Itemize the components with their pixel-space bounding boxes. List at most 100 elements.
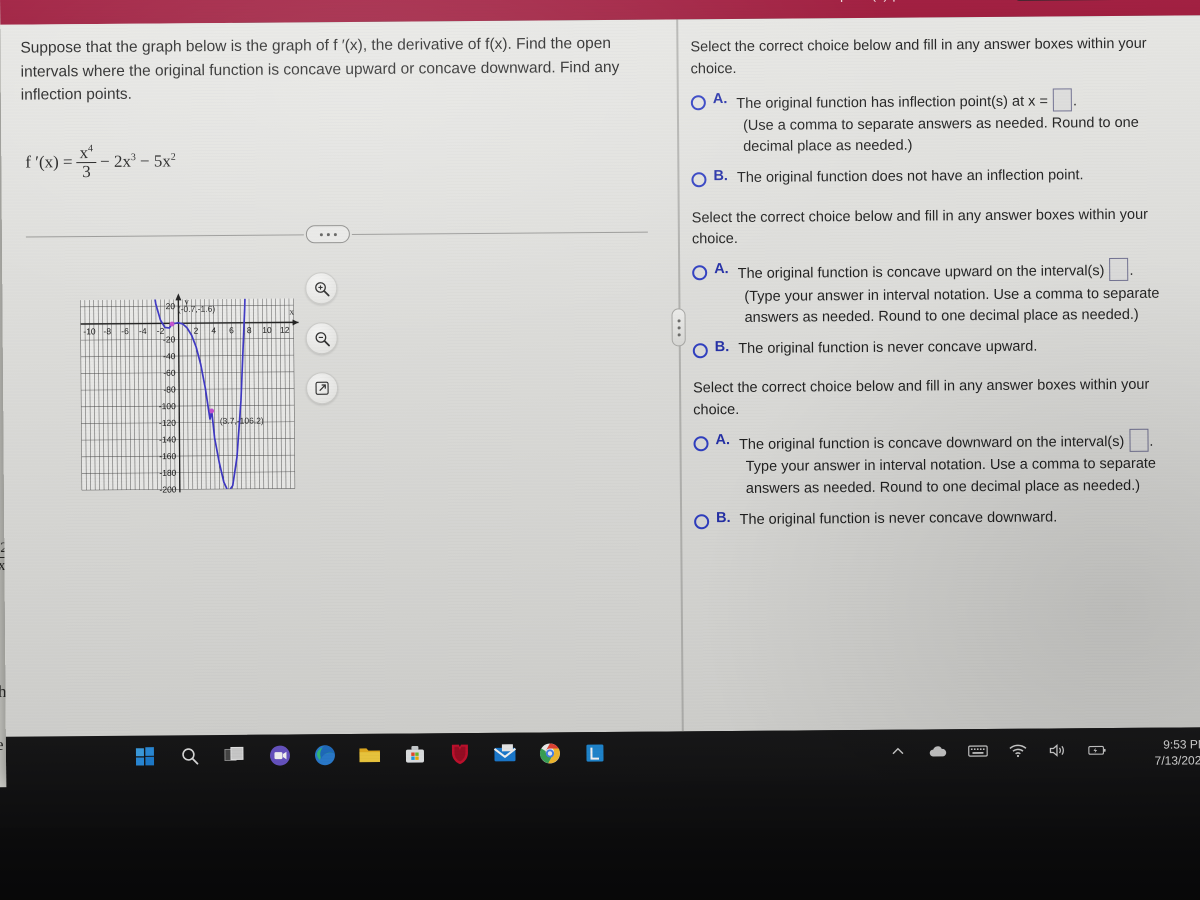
answer-prompt: Select the correct choice below and fill… [691, 206, 1148, 248]
zoom-out-icon[interactable] [305, 322, 338, 355]
derivative-formula: f ′(x) = x4 3 − 2x3 − 5x2 [25, 143, 176, 181]
annotation-label: (-0.7,-1.6) [178, 304, 216, 314]
problem-pane: Suppose that the graph below is the grap… [0, 19, 682, 736]
speaker-icon[interactable] [1048, 740, 1068, 760]
header-dark-chip [1014, 0, 1156, 1]
choice-text: The original function is never concave u… [738, 336, 1168, 361]
choice-text-main: The original function is never concave u… [738, 338, 1038, 357]
choice-text-main: The original function is concave upward … [737, 263, 1105, 283]
dot [333, 232, 337, 236]
y-tick--40: -40 [163, 351, 176, 361]
annotation-label: (3.7,-106.2) [220, 416, 264, 426]
y-tick--140: -140 [159, 434, 176, 444]
clock-date: 7/13/2022 [1154, 753, 1200, 768]
splitter-drag-handle[interactable] [671, 308, 686, 347]
derivative-graph[interactable]: x y -10 -8 -6 -4 -2 2 4 6 8 10 12 20 -20 -40 -60 -80 -1… [54, 284, 306, 501]
taskbar-clock[interactable]: 9:53 PM 7/13/2022 [1154, 736, 1200, 769]
x-axis-arrow [292, 319, 299, 326]
y-tick--120: -120 [159, 418, 176, 428]
choice-note: (Type your answer in interval notation. … [744, 285, 1160, 326]
x-tick--4: -4 [139, 326, 147, 336]
choice-row[interactable]: A. The original function has inflection p… [690, 87, 1200, 116]
choice-text-suffix: . [1149, 433, 1154, 450]
answer-block: Select the correct choice below and fill… [693, 375, 1200, 532]
radio-button[interactable] [692, 265, 708, 281]
expand-icon[interactable] [305, 372, 339, 405]
y-tick--60: -60 [163, 368, 176, 378]
edge-icon[interactable] [312, 742, 338, 768]
choice-text-suffix: . [1129, 263, 1134, 280]
choice-row[interactable]: B. The original function is never concave… [694, 506, 1200, 532]
choice-note: Type your answer in interval notation. U… [745, 456, 1157, 497]
mail-icon[interactable] [492, 741, 518, 767]
y-tick--200: -200 [159, 484, 176, 494]
choice-row[interactable]: A. The original function is concave downw… [693, 428, 1200, 457]
choice-row[interactable]: B. The original function does not have an… [691, 165, 1200, 191]
formula-numerator: x4 [79, 143, 94, 163]
radio-button[interactable] [690, 94, 706, 110]
x-tick--6: -6 [121, 326, 129, 336]
choice-text-main: The original function is never concave d… [739, 509, 1058, 528]
battery-icon[interactable] [1088, 740, 1108, 760]
choice-text: The original function is concave upward … [738, 258, 1168, 286]
chrome-icon[interactable] [537, 740, 563, 766]
y-tick--80: -80 [163, 384, 176, 394]
choice-text-main: The original function does not have an i… [736, 167, 1084, 187]
taskbar-app-icons [132, 740, 608, 770]
radio-button[interactable] [692, 343, 708, 359]
radio-button[interactable] [694, 513, 710, 530]
answer-input-box[interactable] [1129, 428, 1149, 452]
choice-text: The original function is never concave d… [740, 506, 1170, 531]
y-tick--100: -100 [159, 401, 176, 411]
dot [319, 232, 323, 236]
problem-divider [25, 225, 648, 244]
photo-of-laptop-screen: 2 x³ he gen e powe point(s) possible Sup… [0, 0, 1200, 900]
teams-icon[interactable] [267, 742, 293, 768]
graph-toolbar [305, 272, 346, 422]
x-tick-4: 4 [211, 325, 216, 335]
formula-term-3: − 5x2 [139, 151, 176, 172]
answer-pane: Select the correct choice below and fill… [690, 15, 1200, 731]
problem-statement: Suppose that the graph below is the grap… [20, 34, 620, 104]
answer-prompt: Select the correct choice below and fill… [690, 35, 1147, 78]
choice-row[interactable]: B. The original function is never concave… [692, 335, 1200, 361]
choice-text-suffix: . [1072, 92, 1078, 109]
answer-input-box[interactable] [1109, 258, 1129, 282]
points-possible-label: point(s) possible [840, 0, 945, 2]
windows-start-icon[interactable] [132, 744, 158, 770]
desk-surface [0, 828, 1200, 900]
annotated-point [209, 408, 215, 414]
microsoft-store-icon[interactable] [402, 741, 428, 767]
choice-note: (Use a comma to separate answers as need… [742, 114, 1139, 156]
choice-row[interactable]: A. The original function is concave upwar… [692, 257, 1200, 286]
choice-text-main: The original function has inflection poi… [736, 93, 1048, 112]
x-axis-label: x [289, 306, 294, 316]
answer-block: Select the correct choice below and fill… [692, 204, 1200, 361]
zoom-in-icon[interactable] [305, 272, 338, 305]
formula-term-2: − 2x3 [100, 152, 136, 172]
more-options-button[interactable] [305, 225, 350, 244]
chevron-up-icon[interactable] [888, 742, 908, 762]
keyboard-icon[interactable] [968, 741, 988, 761]
choice-letter: B. [716, 509, 731, 526]
y-axis-arrow [175, 293, 182, 301]
formula-denominator: 3 [76, 161, 97, 181]
x-tick-12: 12 [280, 325, 290, 335]
choice-text-main: The original function is concave downwar… [738, 433, 1125, 453]
radio-button[interactable] [693, 436, 709, 452]
task-view-icon[interactable] [222, 743, 248, 769]
wifi-icon[interactable] [1008, 741, 1028, 761]
onedrive-cloud-icon[interactable] [928, 741, 948, 761]
search-icon[interactable] [177, 743, 203, 769]
answer-input-box[interactable] [1052, 87, 1072, 111]
choice-letter: A. [715, 431, 731, 449]
mcafee-shield-icon[interactable] [447, 741, 473, 767]
lockdown-browser-icon[interactable] [582, 740, 608, 766]
graph-svg: x y -10 -8 -6 -4 -2 2 4 6 8 10 12 20-20-40-60-80-1… [80, 293, 299, 495]
radio-button[interactable] [691, 172, 707, 188]
x-tick-6: 6 [229, 325, 234, 335]
choice-text: The original function is concave downwar… [738, 428, 1169, 457]
file-explorer-icon[interactable] [357, 742, 383, 768]
choice-text: The original function has inflection poi… [736, 87, 1166, 115]
laptop-screen: point(s) possible Suppose that the graph… [0, 0, 1200, 789]
